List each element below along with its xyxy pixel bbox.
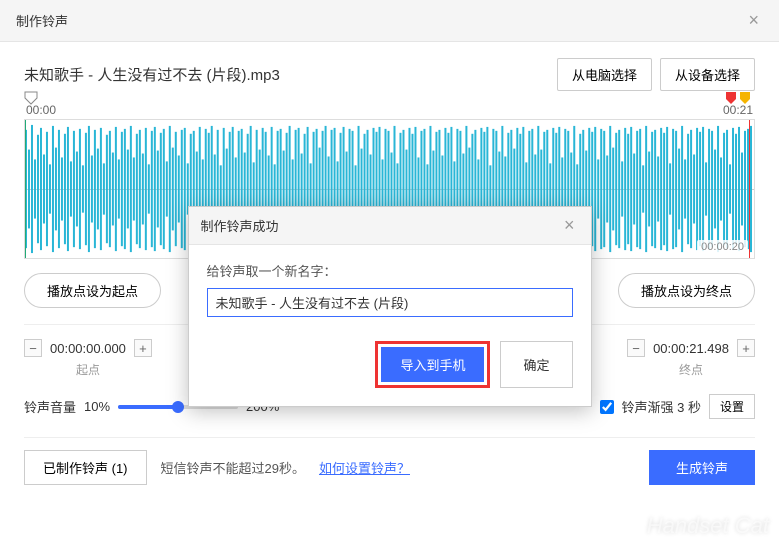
volume-min-label: 10% — [84, 399, 110, 414]
playhead-line — [25, 120, 26, 258]
start-plus-button[interactable]: + — [134, 339, 152, 357]
close-icon[interactable]: × — [744, 10, 763, 31]
success-dialog: 制作铃声成功 × 给铃声取一个新名字： 导入到手机 确定 — [188, 206, 592, 407]
dialog-field-label: 给铃声取一个新名字： — [207, 261, 573, 280]
start-time-value: 00:00:00.000 — [46, 341, 130, 356]
volume-label: 铃声音量 — [24, 397, 76, 416]
end-marker-yellow-icon[interactable] — [739, 91, 751, 108]
import-to-phone-button[interactable]: 导入到手机 — [381, 347, 484, 382]
start-time-cell: − 00:00:00.000 + 起点 — [24, 339, 152, 378]
footer-hint: 短信铃声不能超过29秒。 — [161, 458, 305, 477]
fade-in-checkbox[interactable] — [600, 400, 614, 414]
from-device-button[interactable]: 从设备选择 — [660, 58, 755, 91]
file-row: 未知歌手 - 人生没有过不去 (片段).mp3 从电脑选择 从设备选择 — [24, 58, 755, 91]
generate-button[interactable]: 生成铃声 — [649, 450, 755, 485]
from-pc-button[interactable]: 从电脑选择 — [557, 58, 652, 91]
window-title: 制作铃声 — [16, 11, 68, 30]
set-start-button[interactable]: 播放点设为起点 — [24, 273, 161, 308]
end-time-value: 00:00:21.498 — [649, 341, 733, 356]
end-plus-button[interactable]: + — [737, 339, 755, 357]
elapsed-counter: 00:00:20 — [697, 240, 748, 254]
dialog-close-icon[interactable]: × — [560, 215, 579, 236]
start-handle-icon[interactable] — [24, 91, 38, 105]
time-start-label: 00:00 — [26, 103, 56, 117]
watermark: Handset Cat — [619, 513, 769, 539]
filename-label: 未知歌手 - 人生没有过不去 (片段).mp3 — [24, 64, 280, 85]
made-ringtones-button[interactable]: 已制作铃声 (1) — [24, 450, 147, 485]
highlight-annotation: 导入到手机 — [375, 341, 490, 388]
fade-in-label: 铃声渐强 3 秒 — [622, 397, 701, 416]
end-time-label: 终点 — [627, 361, 755, 378]
dialog-ok-button[interactable]: 确定 — [500, 341, 572, 388]
ringtone-name-input[interactable] — [207, 288, 573, 317]
dialog-title: 制作铃声成功 — [201, 216, 279, 235]
help-link[interactable]: 如何设置铃声？ — [319, 458, 410, 477]
end-marker-red-icon[interactable] — [725, 91, 737, 108]
fade-settings-button[interactable]: 设置 — [709, 394, 755, 419]
start-time-label: 起点 — [24, 361, 152, 378]
end-line — [749, 120, 750, 258]
end-time-cell: − 00:00:21.498 + 终点 — [627, 339, 755, 378]
slider-thumb-icon[interactable] — [172, 401, 184, 413]
window-header: 制作铃声 × — [0, 0, 779, 42]
set-end-button[interactable]: 播放点设为终点 — [618, 273, 755, 308]
end-minus-button[interactable]: − — [627, 339, 645, 357]
start-minus-button[interactable]: − — [24, 339, 42, 357]
